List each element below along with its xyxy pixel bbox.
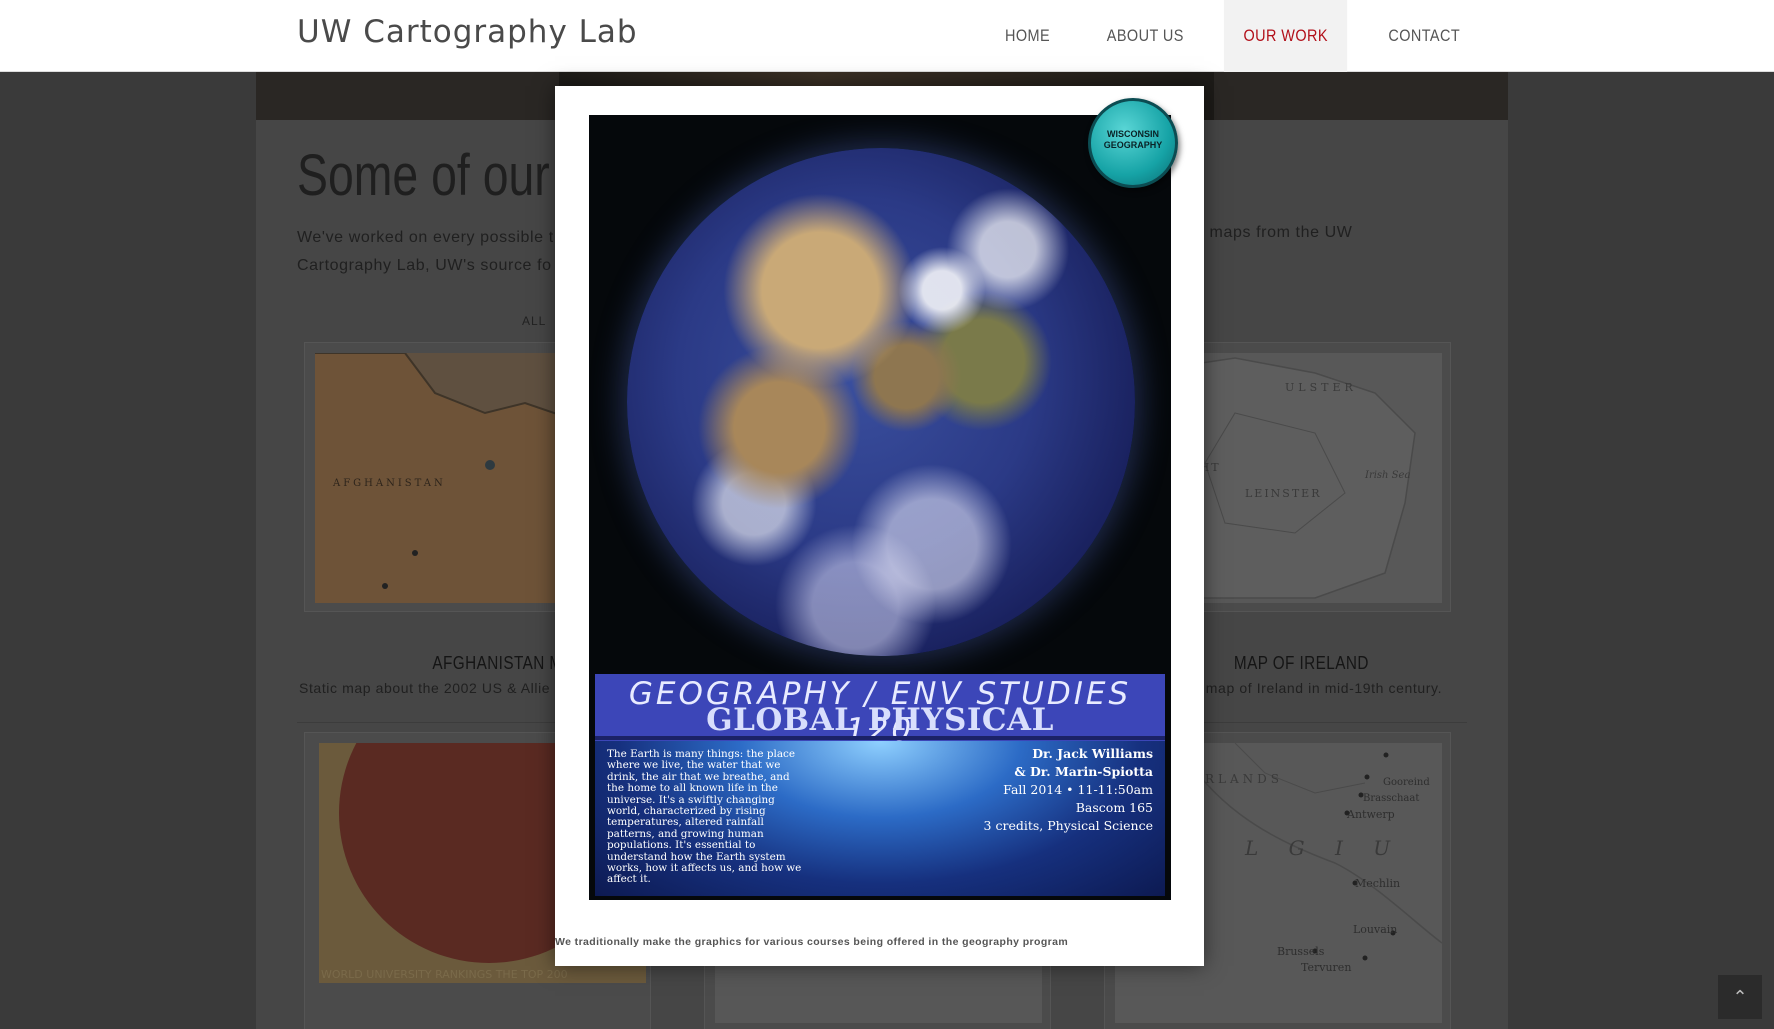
lightbox-modal: GEOGRAPHY / ENV STUDIES 120 GLOBAL PHYSI… (555, 86, 1204, 966)
site-brand[interactable]: UW Cartography Lab (297, 14, 638, 50)
nav-home[interactable]: HOME (985, 0, 1069, 72)
badge-label: WISCONSIN GEOGRAPHY (1103, 129, 1163, 150)
earth-globe-image (627, 148, 1135, 656)
poster-schedule: Fall 2014 • 11-11:50am (1003, 782, 1153, 797)
chevron-up-icon: ⌃ (1732, 986, 1748, 1007)
poster-instructor-1: Dr. Jack Williams (1032, 746, 1153, 761)
poster-credits: Dr. Jack Williams & Dr. Marin-Spiotta Fa… (984, 745, 1153, 835)
top-navbar: UW Cartography Lab HOME ABOUT US OUR WOR… (0, 0, 1774, 72)
nav-about-us[interactable]: ABOUT US (1087, 0, 1203, 72)
main-nav: HOME ABOUT US OUR WORK CONTACT (978, 0, 1774, 72)
poster-credits-info: 3 credits, Physical Science (983, 818, 1153, 833)
poster-instructor-2: & Dr. Marin-Spiotta (1014, 764, 1153, 779)
nav-contact[interactable]: CONTACT (1368, 0, 1479, 72)
scroll-to-top-button[interactable]: ⌃ (1718, 975, 1762, 1019)
poster-description: The Earth is many things: the place wher… (607, 748, 802, 886)
poster-location: Bascom 165 (1075, 800, 1153, 815)
lightbox-caption: We traditionally make the graphics for v… (555, 936, 1069, 948)
wisconsin-geography-badge: WISCONSIN GEOGRAPHY (1088, 98, 1178, 188)
course-poster-image: GEOGRAPHY / ENV STUDIES 120 GLOBAL PHYSI… (589, 115, 1171, 900)
nav-our-work[interactable]: OUR WORK (1224, 0, 1348, 72)
poster-band-separator (595, 736, 1165, 740)
